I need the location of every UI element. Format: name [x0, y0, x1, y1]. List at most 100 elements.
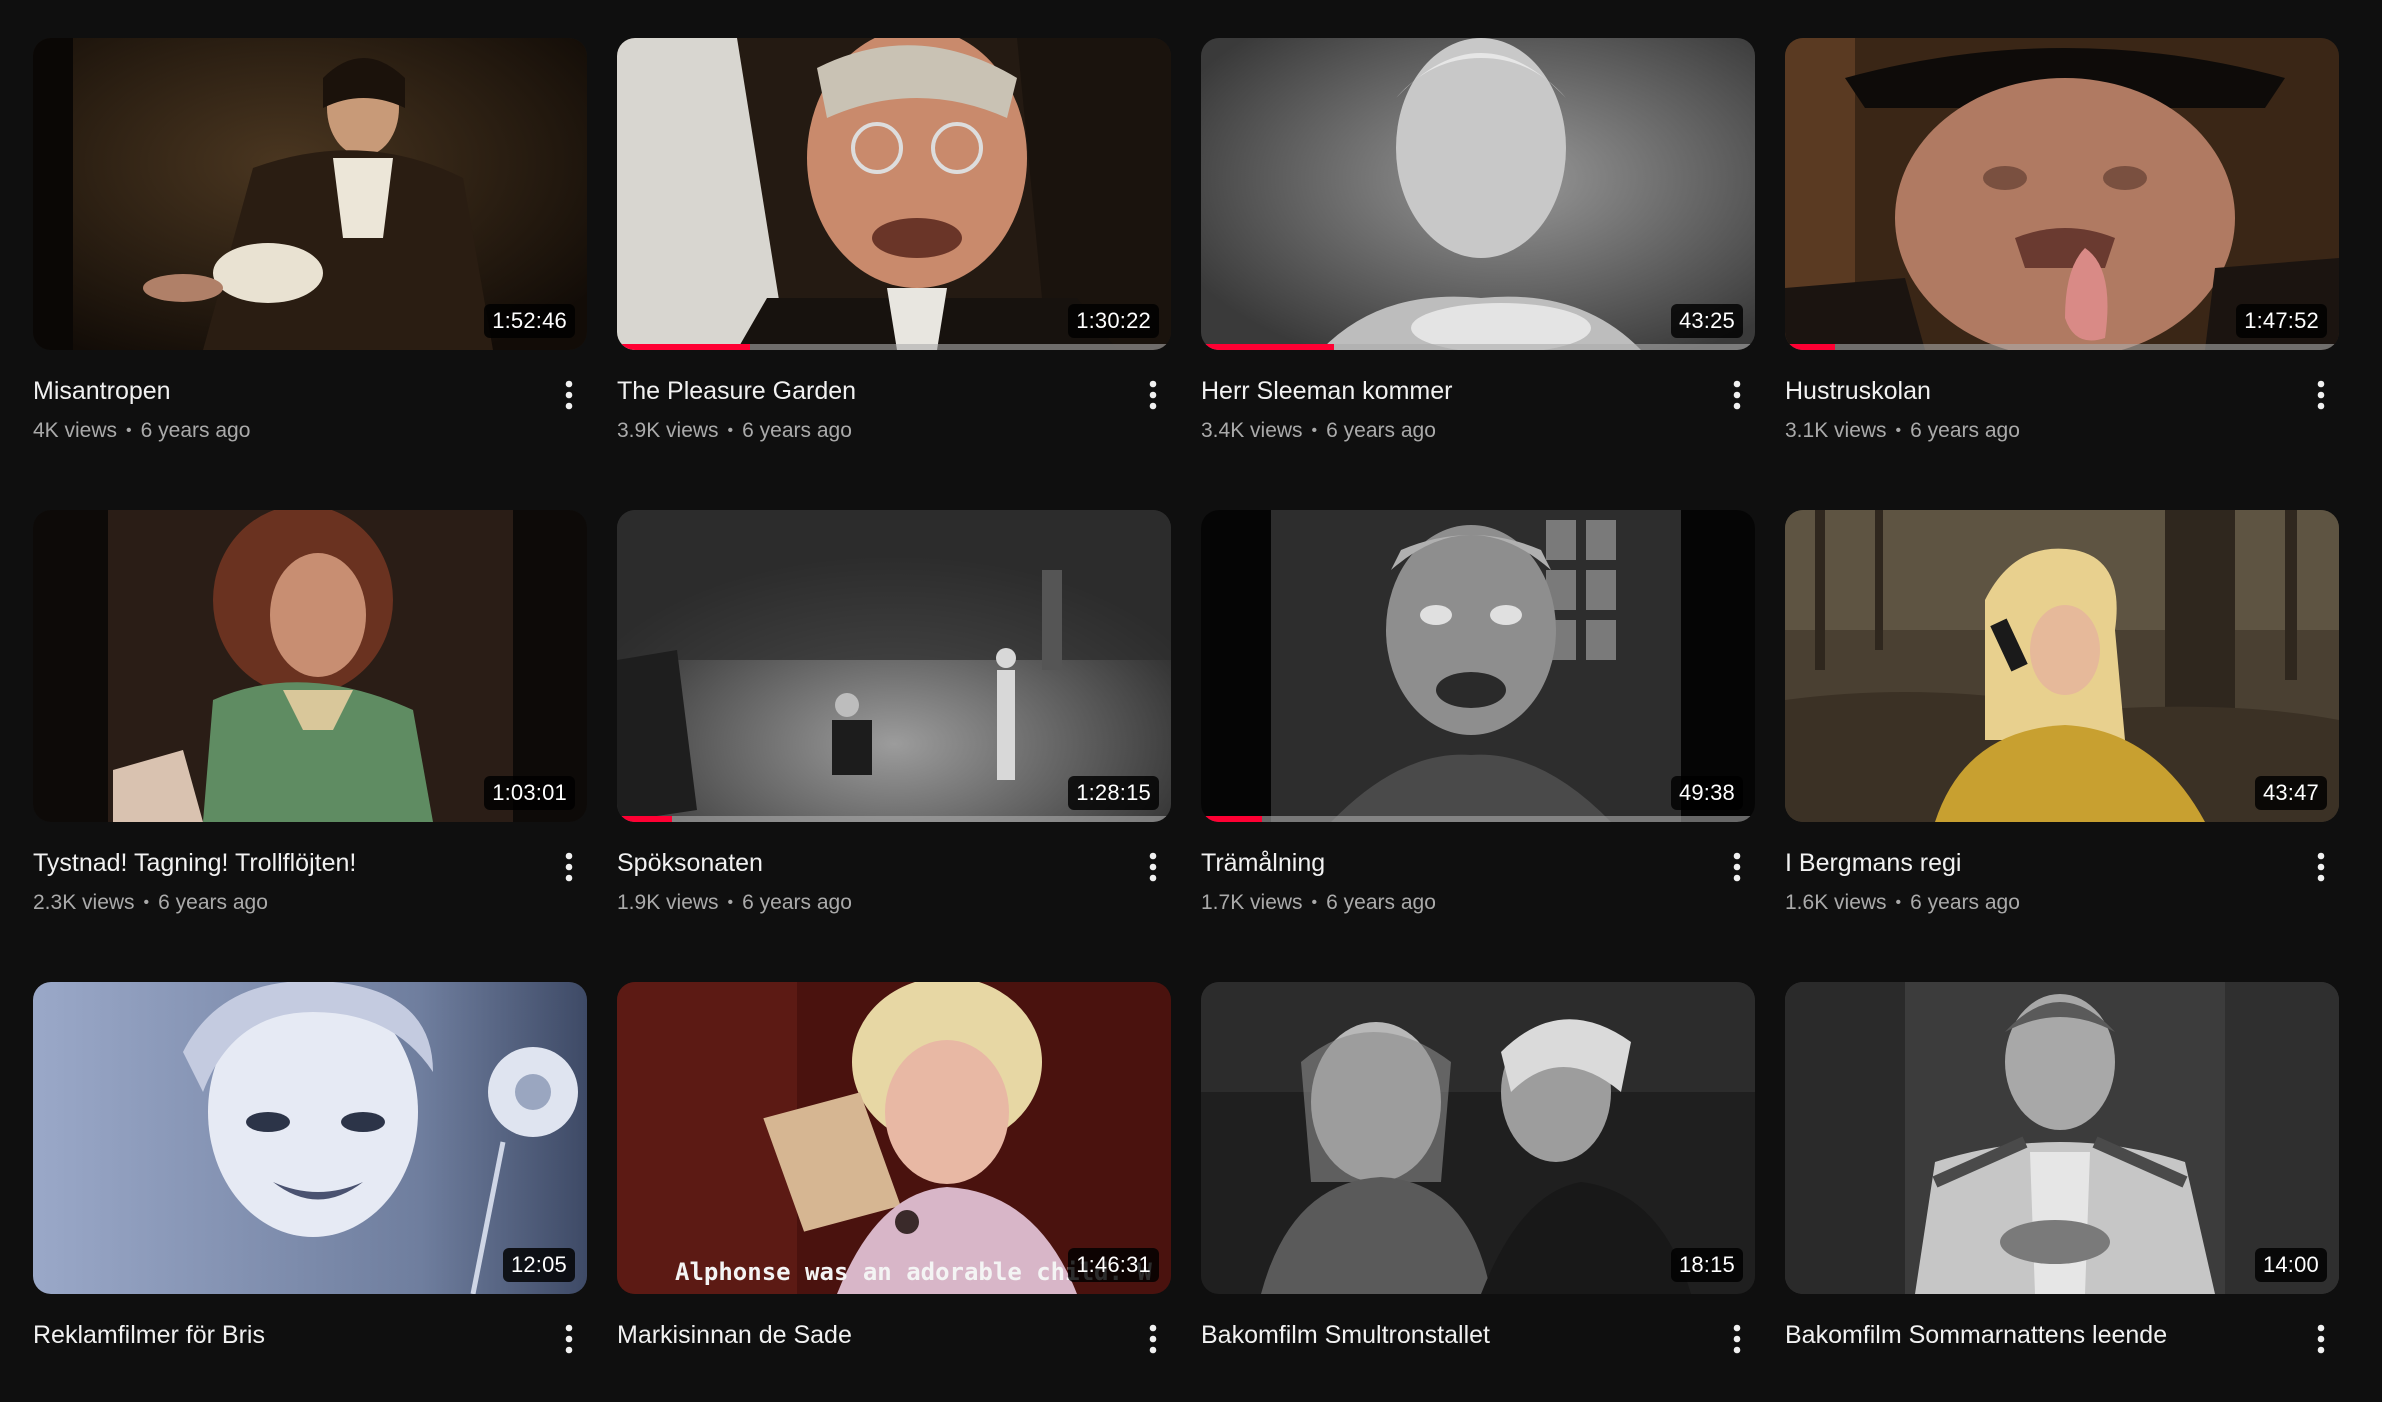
video-stats: 3.9K views • 6 years ago [617, 419, 1135, 443]
view-count: 1.7K views [1201, 891, 1303, 914]
video-thumbnail[interactable]: 49:38 [1201, 510, 1755, 822]
watch-progress-fill [1201, 816, 1262, 822]
duration-badge: 43:25 [1670, 304, 1743, 338]
more-vert-icon [1733, 1324, 1741, 1354]
watch-progress-bar [617, 816, 1171, 822]
thumbnail-image [1785, 510, 2339, 822]
upload-age: 6 years ago [1326, 419, 1436, 442]
thumbnail-image [1201, 982, 1755, 1294]
video-stats: 1.7K views • 6 years ago [1201, 891, 1719, 915]
video-stats: 3.1K views • 6 years ago [1785, 419, 2303, 443]
video-title[interactable]: Bakomfilm Sommarnattens leende [1785, 1319, 2303, 1351]
video-card[interactable]: 49:38 Trämålning 1.7K views • 6 years ag… [1201, 510, 1755, 930]
video-title[interactable]: Reklamfilmer för Bris [33, 1319, 551, 1351]
more-options-button[interactable] [1719, 375, 1755, 415]
video-thumbnail[interactable]: 1:47:52 [1785, 38, 2339, 350]
video-stats: 3.4K views • 6 years ago [1201, 419, 1719, 443]
thumbnail-image [33, 982, 587, 1294]
duration-badge: 43:47 [2254, 776, 2327, 810]
more-vert-icon [2317, 1324, 2325, 1354]
view-count: 1.9K views [617, 891, 719, 914]
thumbnail-image [1201, 38, 1755, 350]
separator-dot: • [1311, 894, 1318, 911]
video-card[interactable]: Alphonse was an adorable child. W 1:46:3… [617, 982, 1171, 1402]
duration-badge: 1:52:46 [484, 304, 575, 338]
video-card[interactable]: 14:00 Bakomfilm Sommarnattens leende [1785, 982, 2339, 1402]
video-grid: 1:52:46 Misantropen 4K views • 6 years a… [33, 38, 2339, 1402]
thumbnail-image [1201, 510, 1755, 822]
video-card[interactable]: 1:28:15 Spöksonaten 1.9K views • 6 years… [617, 510, 1171, 930]
watch-progress-fill [1201, 344, 1334, 350]
separator-dot: • [727, 894, 734, 911]
video-card[interactable]: 12:05 Reklamfilmer för Bris [33, 982, 587, 1402]
more-options-button[interactable] [551, 847, 587, 887]
video-title[interactable]: The Pleasure Garden [617, 375, 1135, 407]
video-title[interactable]: Trämålning [1201, 847, 1719, 879]
watch-progress-bar [617, 344, 1171, 350]
video-title[interactable]: I Bergmans regi [1785, 847, 2303, 879]
separator-dot: • [126, 422, 132, 439]
more-options-button[interactable] [1719, 847, 1755, 887]
video-card[interactable]: 43:47 I Bergmans regi 1.6K views • 6 yea… [1785, 510, 2339, 930]
video-thumbnail[interactable]: 12:05 [33, 982, 587, 1294]
video-thumbnail[interactable]: 1:30:22 [617, 38, 1171, 350]
separator-dot: • [143, 894, 150, 911]
watch-progress-bar [1785, 344, 2339, 350]
duration-badge: 1:46:31 [1068, 1248, 1159, 1282]
video-thumbnail[interactable]: 43:25 [1201, 38, 1755, 350]
more-options-button[interactable] [2303, 1319, 2339, 1359]
video-card[interactable]: 43:25 Herr Sleeman kommer 3.4K views • 6… [1201, 38, 1755, 458]
video-thumbnail[interactable]: 18:15 [1201, 982, 1755, 1294]
duration-badge: 1:03:01 [484, 776, 575, 810]
video-card[interactable]: 1:30:22 The Pleasure Garden 3.9K views •… [617, 38, 1171, 458]
video-card[interactable]: 18:15 Bakomfilm Smultronstallet [1201, 982, 1755, 1402]
video-title[interactable]: Tystnad! Tagning! Trollflöjten! [33, 847, 551, 879]
more-options-button[interactable] [1719, 1319, 1755, 1359]
video-thumbnail[interactable]: 1:03:01 [33, 510, 587, 822]
watch-progress-fill [617, 816, 673, 822]
more-options-button[interactable] [551, 375, 587, 415]
video-title[interactable]: Spöksonaten [617, 847, 1135, 879]
video-title[interactable]: Bakomfilm Smultronstallet [1201, 1319, 1719, 1351]
more-vert-icon [2317, 852, 2325, 882]
view-count: 3.1K views [1785, 419, 1887, 442]
more-options-button[interactable] [551, 1319, 587, 1359]
view-count: 2.3K views [33, 891, 135, 914]
more-options-button[interactable] [1135, 375, 1171, 415]
upload-age: 6 years ago [1910, 891, 2020, 914]
duration-badge: 1:30:22 [1068, 304, 1159, 338]
separator-dot: • [1895, 894, 1902, 911]
video-thumbnail[interactable]: 1:28:15 [617, 510, 1171, 822]
view-count: 4K views [33, 419, 118, 442]
more-options-button[interactable] [2303, 847, 2339, 887]
more-vert-icon [1149, 1324, 1157, 1354]
more-vert-icon [1149, 380, 1157, 410]
more-options-button[interactable] [2303, 375, 2339, 415]
video-title[interactable]: Misantropen [33, 375, 551, 407]
video-title[interactable]: Herr Sleeman kommer [1201, 375, 1719, 407]
view-count: 1.6K views [1785, 891, 1887, 914]
upload-age: 6 years ago [1326, 891, 1436, 914]
upload-age: 6 years ago [742, 419, 852, 442]
watch-progress-fill [1785, 344, 1835, 350]
upload-age: 6 years ago [140, 419, 251, 442]
duration-badge: 12:05 [502, 1248, 575, 1282]
upload-age: 6 years ago [742, 891, 852, 914]
separator-dot: • [727, 422, 734, 439]
video-thumbnail[interactable]: 43:47 [1785, 510, 2339, 822]
video-card[interactable]: 1:47:52 Hustruskolan 3.1K views • 6 year… [1785, 38, 2339, 458]
duration-badge: 49:38 [1670, 776, 1743, 810]
video-thumbnail[interactable]: 14:00 [1785, 982, 2339, 1294]
video-title[interactable]: Hustruskolan [1785, 375, 2303, 407]
duration-badge: 1:47:52 [2236, 304, 2327, 338]
video-thumbnail[interactable]: Alphonse was an adorable child. W 1:46:3… [617, 982, 1171, 1294]
video-card[interactable]: 1:52:46 Misantropen 4K views • 6 years a… [33, 38, 587, 458]
video-thumbnail[interactable]: 1:52:46 [33, 38, 587, 350]
video-title[interactable]: Markisinnan de Sade [617, 1319, 1135, 1351]
video-card[interactable]: 1:03:01 Tystnad! Tagning! Trollflöjten! … [33, 510, 587, 930]
more-options-button[interactable] [1135, 1319, 1171, 1359]
separator-dot: • [1311, 422, 1318, 439]
more-options-button[interactable] [1135, 847, 1171, 887]
more-vert-icon [565, 852, 573, 882]
more-vert-icon [1733, 380, 1741, 410]
